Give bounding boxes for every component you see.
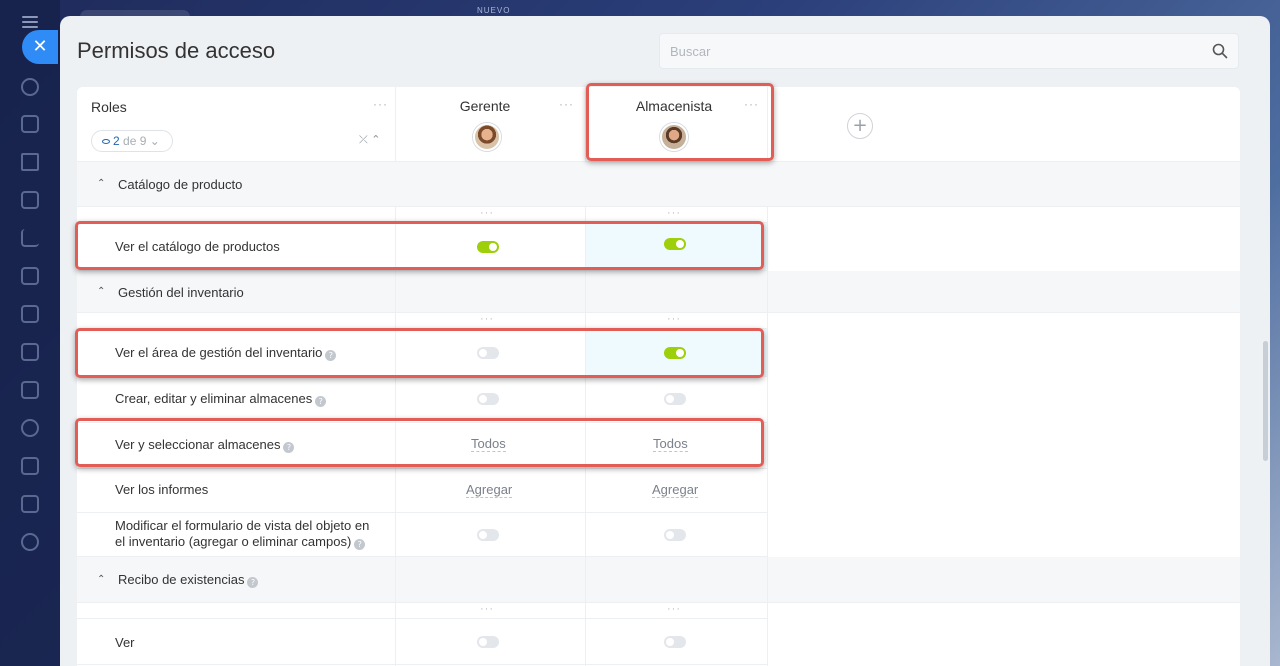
- search-icon[interactable]: [1212, 43, 1228, 59]
- toggle-gerente[interactable]: [477, 529, 499, 541]
- table-row: Modificar el formulario de vista del obj…: [77, 513, 767, 557]
- cart-icon[interactable]: [21, 267, 39, 285]
- help-icon[interactable]: ?: [247, 577, 259, 588]
- column-more-icon[interactable]: ···: [667, 207, 681, 219]
- document-icon[interactable]: [21, 457, 39, 475]
- collapse-expand-icon[interactable]: ⤫ ⌃: [359, 133, 381, 147]
- highlight-row-almacenes: [75, 418, 764, 467]
- table-row: Ver: [77, 619, 767, 665]
- column-more-icon[interactable]: ···: [667, 603, 681, 615]
- table-row: Crear, editar y eliminar almacenes?: [77, 377, 767, 423]
- section-label: Recibo de existencias?: [118, 572, 259, 588]
- section-recibo[interactable]: ⌃ Recibo de existencias?: [77, 557, 1240, 603]
- menu-icon[interactable]: [22, 16, 38, 31]
- toggle-gerente[interactable]: [477, 393, 499, 405]
- top-new-label: NUEVO: [477, 6, 511, 15]
- toggle-gerente[interactable]: [477, 636, 499, 648]
- target-icon[interactable]: [21, 419, 39, 437]
- eye-icon: [102, 139, 110, 144]
- chevron-up-icon[interactable]: ⌃: [97, 286, 105, 297]
- dots-row: ··· ···: [77, 603, 767, 619]
- toggle-almacenista[interactable]: [664, 393, 686, 405]
- column-more-icon[interactable]: ···: [667, 313, 681, 325]
- warehouse-icon[interactable]: [21, 381, 39, 399]
- add-role-button[interactable]: +: [847, 113, 873, 139]
- divider: [395, 87, 396, 162]
- section-label: Catálogo de producto: [118, 177, 243, 192]
- app-sidebar: [0, 0, 60, 666]
- almacenista-add-link[interactable]: Agregar: [652, 483, 699, 498]
- table-row: Ver los informes Agregar Agregar: [77, 469, 767, 513]
- chevron-down-icon: ⌄: [149, 134, 160, 148]
- filter-count: 2: [113, 134, 120, 148]
- column-more-icon[interactable]: ···: [480, 313, 494, 325]
- section-catalogo[interactable]: ⌃ Catálogo de producto: [77, 162, 1240, 207]
- toggle-almacenista[interactable]: [664, 636, 686, 648]
- gerente-add-link[interactable]: Agregar: [466, 483, 513, 498]
- close-icon[interactable]: ✕: [22, 30, 58, 64]
- search-box: [659, 33, 1239, 69]
- box-icon[interactable]: [21, 533, 39, 551]
- role-gerente-name[interactable]: Gerente: [415, 98, 555, 114]
- chart-icon[interactable]: [21, 229, 39, 247]
- highlight-almacenista-column: [586, 83, 774, 161]
- pen-icon[interactable]: [21, 495, 39, 513]
- section-label: Gestión del inventario: [118, 285, 244, 300]
- card-icon[interactable]: [21, 305, 39, 323]
- sync-icon[interactable]: [21, 78, 39, 96]
- roles-label: Roles: [91, 99, 127, 115]
- column-more-icon[interactable]: ···: [480, 207, 494, 219]
- filter-total: de 9: [123, 134, 147, 148]
- highlight-row-inventario: [75, 328, 764, 378]
- robot-icon[interactable]: [21, 191, 39, 209]
- scrollbar[interactable]: [1263, 341, 1268, 461]
- column-more-icon[interactable]: ···: [480, 603, 494, 615]
- permission-label: Ver: [115, 635, 135, 650]
- roles-filter[interactable]: 2 de 9 ⌄: [91, 130, 173, 152]
- gerente-avatar: [473, 123, 501, 151]
- chevron-up-icon[interactable]: ⌃: [97, 574, 105, 585]
- gerente-more-icon[interactable]: ···: [559, 98, 574, 110]
- section-inventario[interactable]: ⌃ Gestión del inventario: [77, 271, 1240, 313]
- filter-icon[interactable]: [21, 153, 39, 171]
- search-input[interactable]: [660, 34, 1200, 68]
- permission-label: Modificar el formulario de vista del obj…: [115, 518, 370, 550]
- chevron-up-icon[interactable]: ⌃: [97, 178, 105, 189]
- roles-more-icon[interactable]: ···: [373, 98, 388, 110]
- toggle-almacenista[interactable]: [664, 529, 686, 541]
- highlight-row-catalogo: [75, 221, 764, 270]
- divider: [767, 207, 768, 666]
- tasks-icon[interactable]: [21, 115, 39, 133]
- permission-label: Crear, editar y eliminar almacenes?: [115, 391, 327, 407]
- help-icon[interactable]: ?: [354, 539, 366, 550]
- permission-label: Ver los informes: [115, 482, 209, 497]
- help-icon[interactable]: ?: [315, 396, 327, 407]
- calendar-icon[interactable]: [21, 343, 39, 361]
- dots-row: ··· ···: [77, 313, 767, 329]
- page-title: Permisos de acceso: [77, 38, 276, 63]
